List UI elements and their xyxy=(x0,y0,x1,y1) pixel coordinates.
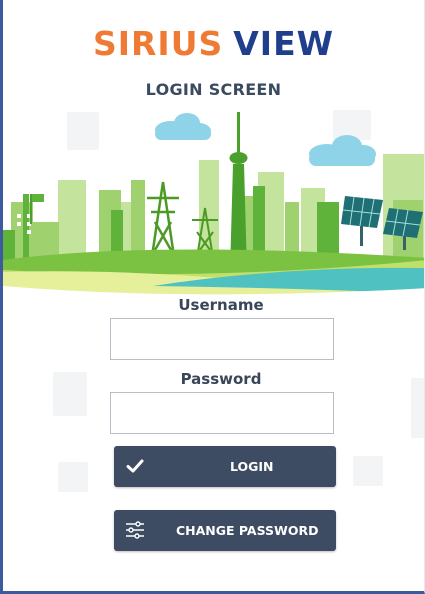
background-decoration xyxy=(58,462,88,492)
background-decoration xyxy=(353,456,383,486)
password-label: Password xyxy=(180,370,262,388)
login-window: SIRIUS VIEW LOGIN SCREEN Username Passwo… xyxy=(0,0,425,594)
sliders-icon xyxy=(126,521,144,539)
page-title: LOGIN SCREEN xyxy=(145,80,282,99)
change-password-button[interactable]: CHANGE PASSWORD xyxy=(114,510,336,551)
change-password-button-label: CHANGE PASSWORD xyxy=(176,523,319,538)
password-input[interactable] xyxy=(110,392,334,434)
login-button-label: LOGIN xyxy=(230,459,274,474)
logo-sirius-text: SIRIUS xyxy=(92,24,224,63)
cloud-icon xyxy=(309,135,376,166)
checkmark-icon xyxy=(126,459,144,473)
cloud-icon xyxy=(155,113,211,140)
tv-tower-icon xyxy=(229,112,248,272)
username-input[interactable] xyxy=(110,318,334,360)
app-logo: SIRIUS VIEW xyxy=(3,22,424,66)
login-button[interactable]: LOGIN xyxy=(114,446,336,487)
city-skyline-illustration xyxy=(3,112,424,300)
logo-view-text: VIEW xyxy=(233,24,335,63)
username-label: Username xyxy=(178,296,264,314)
